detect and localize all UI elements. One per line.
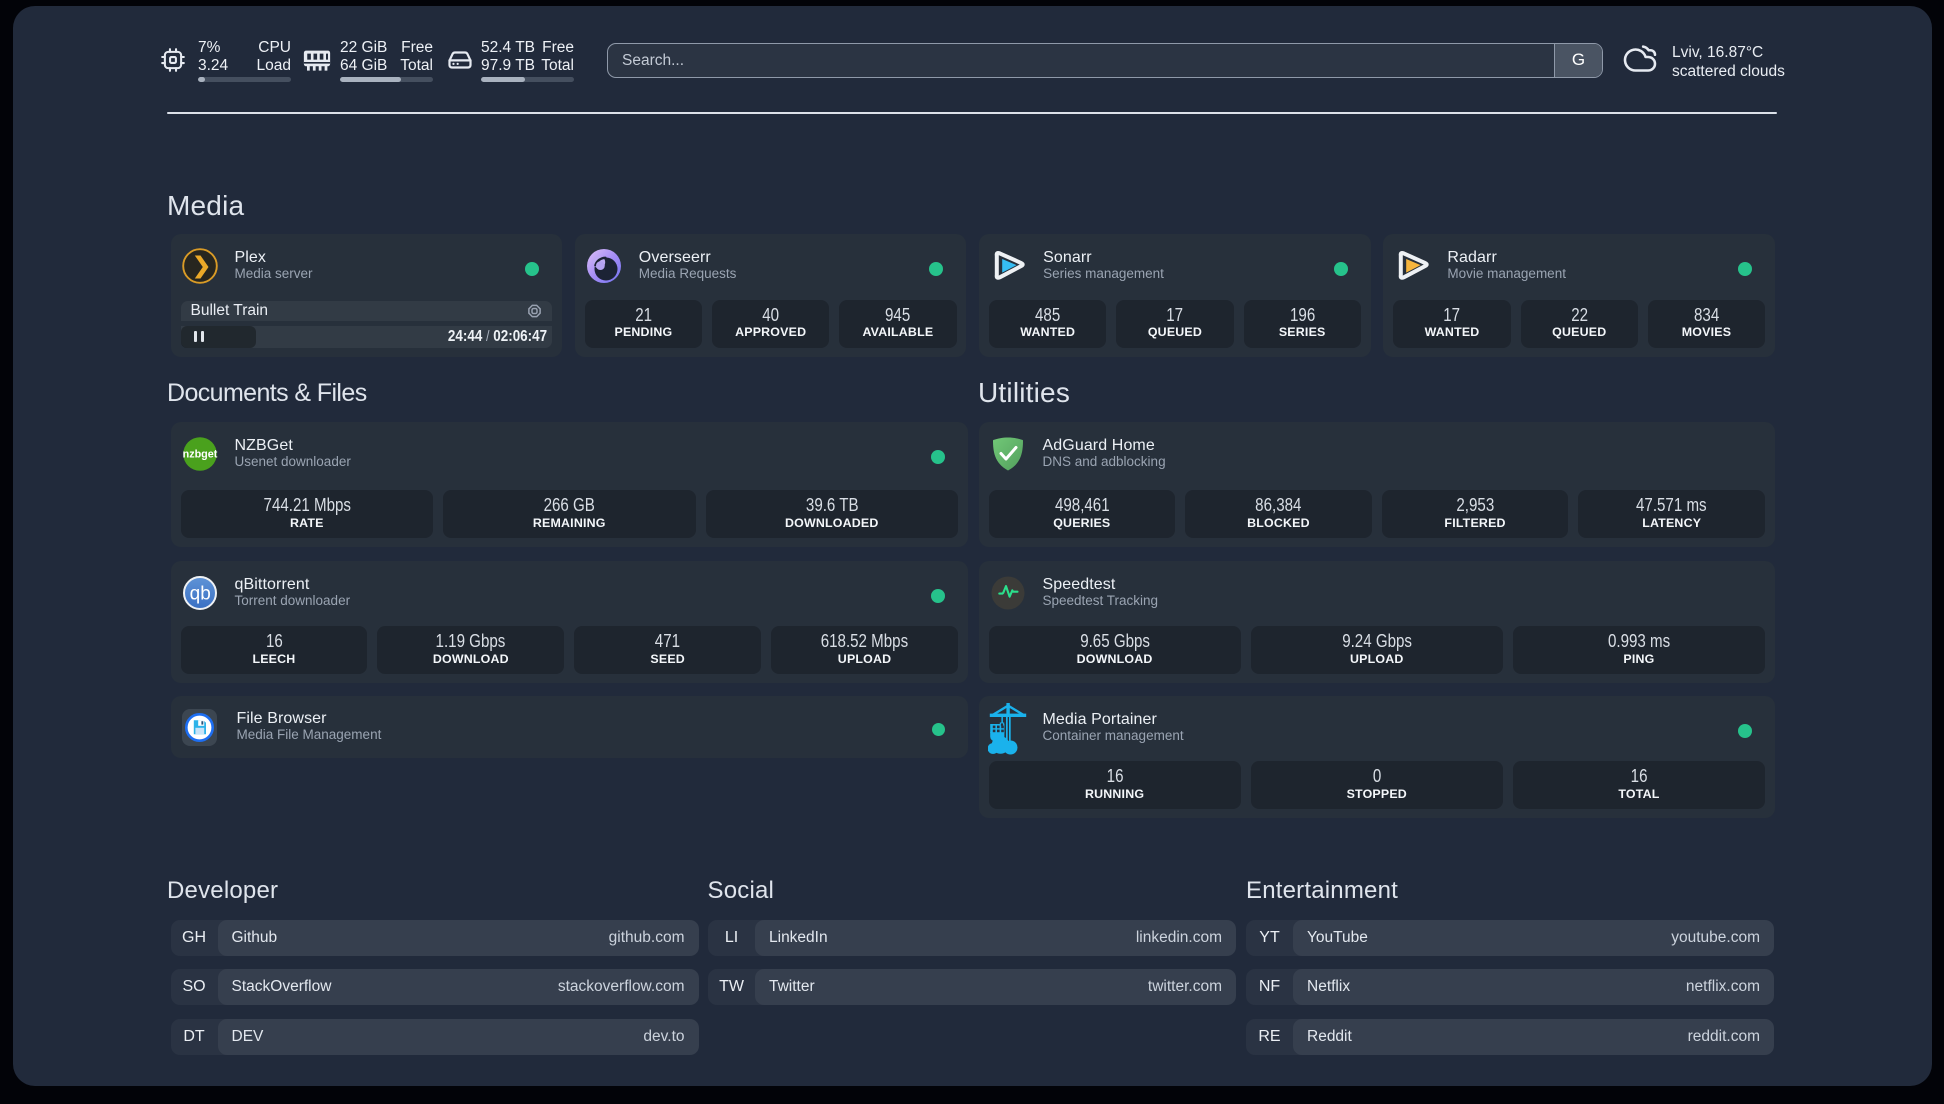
svg-text:qb: qb [189, 584, 210, 605]
svg-text:nzbget: nzbget [182, 449, 217, 461]
